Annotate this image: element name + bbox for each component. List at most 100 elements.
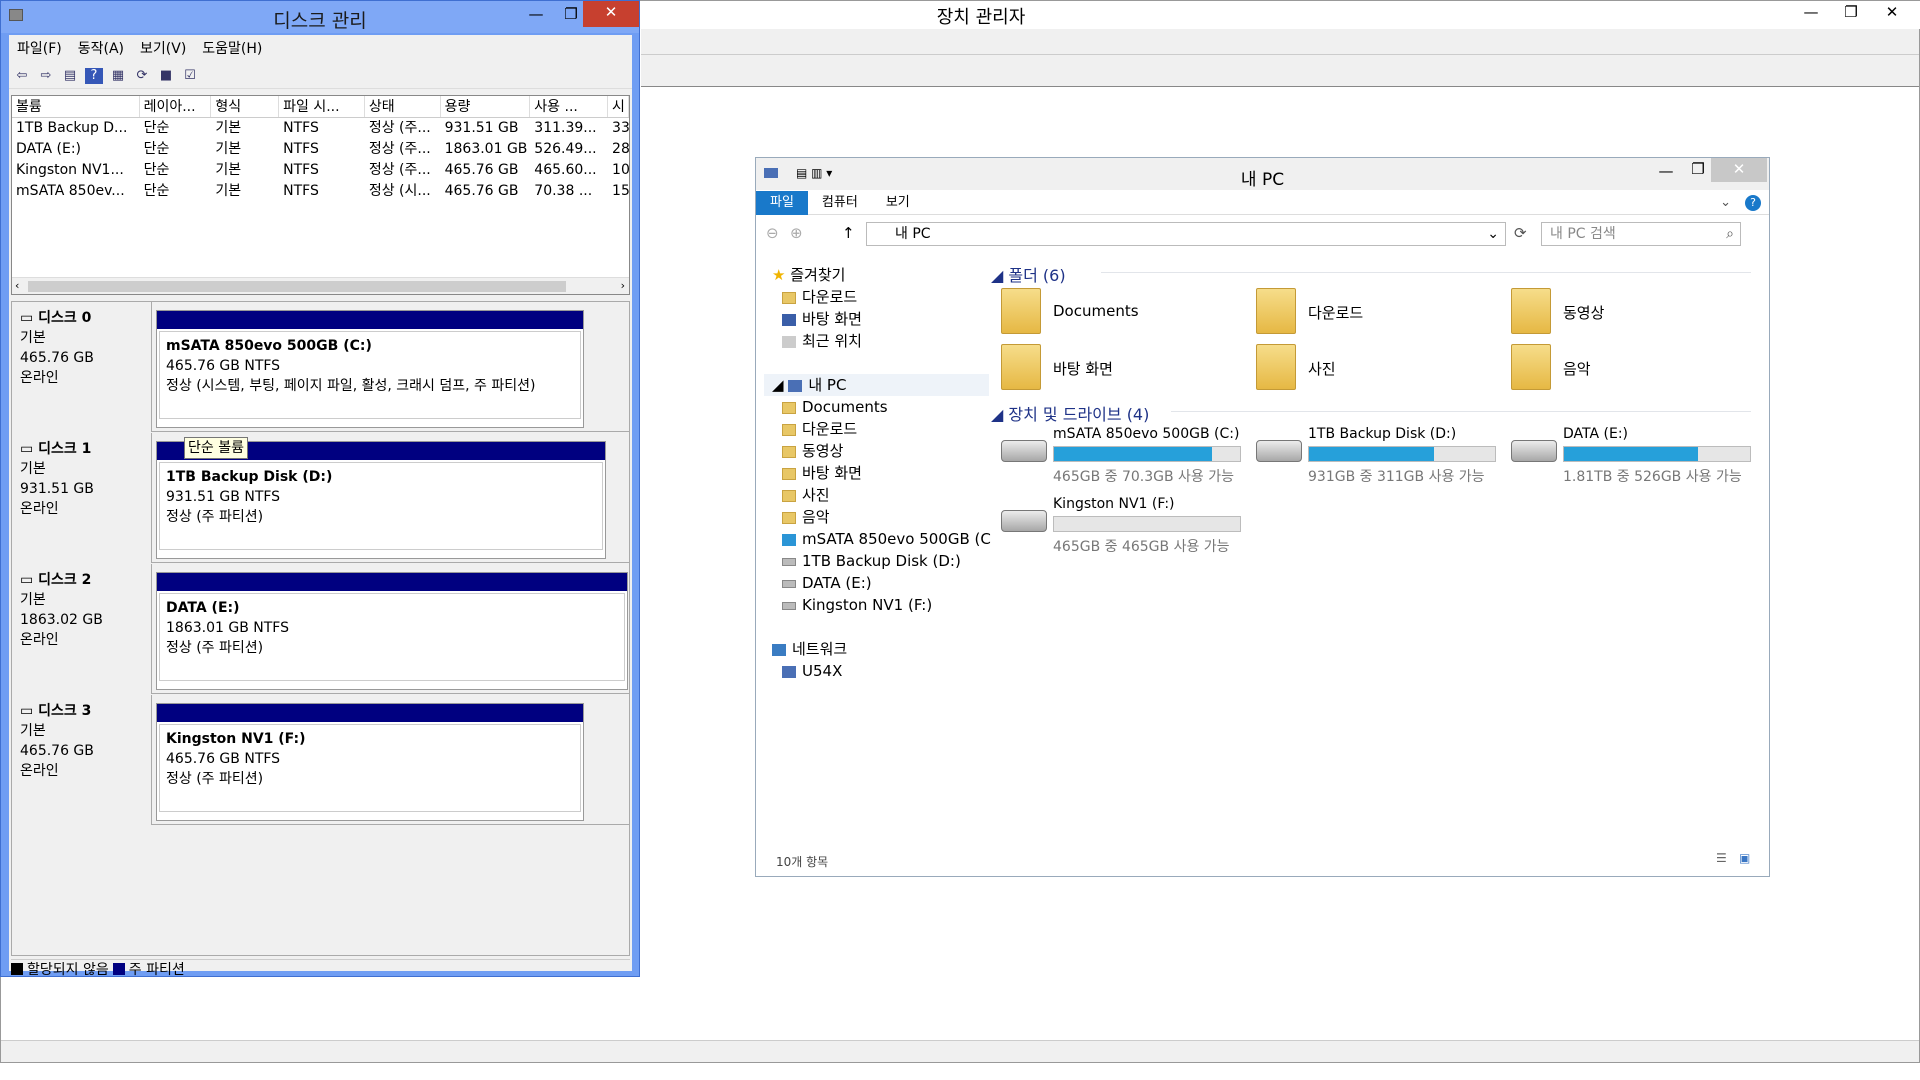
partition-info: 1TB Backup Disk (D:) 931.51 GB NTFS 정상 (… [159, 462, 603, 550]
tab-computer[interactable]: 컴퓨터 [808, 191, 872, 215]
disk-label[interactable]: ▭ 디스크 3 기본 465.76 GB 온라인 [12, 695, 152, 825]
horizontal-scrollbar[interactable]: ‹ › [12, 277, 629, 294]
nav-item[interactable]: Documents [782, 396, 1007, 418]
menu-action[interactable]: 동작(A) [70, 38, 132, 58]
refresh-icon[interactable]: ⟳ [133, 68, 151, 84]
drive-tile[interactable]: mSATA 850evo 500GB (C:) 465GB 중 70.3GB 사… [1001, 426, 1251, 485]
col-type[interactable]: 형식 [211, 96, 280, 117]
nav-item[interactable]: Kingston NV1 (F:) [782, 594, 1007, 616]
col-free[interactable]: 사용 ... [530, 96, 609, 117]
drive-tile[interactable]: DATA (E:) 1.81TB 중 526GB 사용 가능 [1511, 426, 1761, 485]
nav-item[interactable]: 다운로드 [782, 286, 1007, 308]
search-icon[interactable]: ⌕ [1726, 223, 1734, 245]
nav-label: 내 PC [808, 376, 847, 394]
ribbon-expand-icon[interactable]: ⌄ [1706, 191, 1745, 215]
address-bar[interactable]: 내 PC ⌄ [866, 222, 1506, 246]
col-capacity[interactable]: 용량 [441, 96, 531, 117]
col-volume[interactable]: 볼륨 [12, 96, 140, 117]
forward-icon[interactable]: ⊕ [790, 224, 803, 242]
nav-item[interactable]: 동영상 [782, 440, 1007, 462]
table-row[interactable]: DATA (E:) 단순 기본 NTFS 정상 (주... 1863.01 GB… [12, 139, 629, 160]
nav-this-pc[interactable]: ◢ 내 PC [764, 374, 989, 396]
drives-header[interactable]: ◢ 장치 및 드라이브 (4) [991, 401, 1149, 425]
folder-tile[interactable]: Documents [1001, 288, 1251, 338]
menu-file[interactable]: 파일(F) [9, 38, 70, 58]
forward-arrow-icon[interactable]: ⇨ [37, 68, 55, 84]
col-percent[interactable]: 시 [608, 96, 629, 117]
disk-label[interactable]: ▭ 디스크 1 기본 931.51 GB 온라인 [12, 433, 152, 563]
help-icon[interactable]: ? [1745, 194, 1761, 211]
cell-type: 기본 [215, 183, 242, 199]
tiles-view-icon[interactable]: ▣ [1739, 851, 1750, 865]
table-row[interactable]: mSATA 850ev... 단순 기본 NTFS 정상 (시... 465.7… [12, 181, 629, 202]
details-view-icon[interactable]: ☰ [1716, 851, 1727, 865]
folders-header[interactable]: ◢ 폴더 (6) [991, 262, 1066, 286]
nav-item[interactable]: 최근 위치 [782, 330, 1007, 352]
scrollbar-thumb[interactable] [28, 281, 566, 292]
col-layout[interactable]: 레이아... [140, 96, 212, 117]
close-button[interactable]: ✕ [1863, 1, 1920, 25]
close-button[interactable]: ✕ [1711, 158, 1767, 182]
nav-item[interactable]: 바탕 화면 [782, 308, 1007, 330]
folder-tile[interactable]: 사진 [1256, 344, 1506, 394]
minimize-button[interactable]: — [516, 3, 556, 27]
help-icon[interactable]: ? [85, 67, 103, 84]
folder-tile[interactable]: 음악 [1511, 344, 1761, 394]
disk-row[interactable]: ▭ 디스크 1 기본 931.51 GB 온라인 1TB Backup Disk… [12, 433, 629, 563]
console-tree-icon[interactable]: ▤ [61, 68, 79, 84]
menu-view[interactable]: 보기(V) [132, 38, 194, 58]
nav-item[interactable]: mSATA 850evo 500GB (C [782, 528, 1007, 550]
toolbar [641, 55, 1919, 87]
properties-icon[interactable]: ▦ [109, 68, 127, 84]
col-status[interactable]: 상태 [365, 96, 441, 117]
address-dropdown-icon[interactable]: ⌄ [1487, 223, 1499, 245]
nav-favorites[interactable]: ★ 즐겨찾기 [772, 264, 997, 286]
nav-item[interactable]: 음악 [782, 506, 1007, 528]
disk-label[interactable]: ▭ 디스크 2 기본 1863.02 GB 온라인 [12, 564, 152, 694]
partition-title: DATA (E:) [166, 600, 240, 616]
disk-row[interactable]: ▭ 디스크 0 기본 465.76 GB 온라인 mSATA 850evo 50… [12, 302, 629, 432]
nav-item[interactable]: DATA (E:) [782, 572, 1007, 594]
tab-file[interactable]: 파일 [756, 190, 808, 215]
disk-label[interactable]: ▭ 디스크 0 기본 465.76 GB 온라인 [12, 302, 152, 432]
folder-tile[interactable]: 다운로드 [1256, 288, 1506, 338]
drive-name: Kingston NV1 (F:) [1053, 496, 1175, 512]
up-arrow-icon[interactable]: ↑ [842, 224, 855, 242]
partition-block[interactable]: mSATA 850evo 500GB (C:) 465.76 GB NTFS 정… [156, 310, 584, 428]
desktop-icon [782, 313, 796, 326]
nav-network[interactable]: 네트워크 [772, 638, 997, 660]
nav-item[interactable]: 바탕 화면 [782, 462, 1007, 484]
nav-item[interactable]: U54X [782, 660, 1007, 682]
folder-label: 바탕 화면 [1053, 360, 1113, 378]
refresh-icon[interactable]: ⟳ [1514, 224, 1527, 242]
minimize-button[interactable]: — [1791, 1, 1831, 25]
partition-block[interactable]: DATA (E:) 1863.01 GB NTFS 정상 (주 파티션) [156, 572, 628, 690]
nav-item[interactable]: 1TB Backup Disk (D:) [782, 550, 1007, 572]
tab-view[interactable]: 보기 [872, 191, 924, 215]
search-input[interactable]: 내 PC 검색 ⌕ [1541, 222, 1741, 246]
disk-settings-icon[interactable]: ■ [157, 68, 175, 84]
expand-icon[interactable]: ◢ [772, 376, 784, 394]
volume-list: 볼륨 레이아... 형식 파일 시... 상태 용량 사용 ... 시 1TB … [11, 95, 630, 295]
table-row[interactable]: Kingston NV1... 단순 기본 NTFS 정상 (주... 465.… [12, 160, 629, 181]
drive-tile[interactable]: 1TB Backup Disk (D:) 931GB 중 311GB 사용 가능 [1256, 426, 1506, 485]
nav-label: 동영상 [802, 442, 844, 460]
col-filesystem[interactable]: 파일 시... [279, 96, 365, 117]
folder-tile[interactable]: 동영상 [1511, 288, 1761, 338]
table-row[interactable]: 1TB Backup D... 단순 기본 NTFS 정상 (주... 931.… [12, 118, 629, 139]
back-arrow-icon[interactable]: ⇦ [13, 68, 31, 84]
disk-row[interactable]: ▭ 디스크 2 기본 1863.02 GB 온라인 DATA (E:) 1863… [12, 564, 629, 694]
menu-help[interactable]: 도움말(H) [194, 38, 270, 58]
drive-icon [1256, 440, 1302, 462]
back-icon[interactable]: ⊖ [766, 224, 779, 242]
nav-item[interactable]: 사진 [782, 484, 1007, 506]
close-button[interactable]: ✕ [583, 1, 639, 27]
scroll-left-icon[interactable]: ‹ [15, 279, 19, 292]
drive-tile[interactable]: Kingston NV1 (F:) 465GB 중 465GB 사용 가능 [1001, 496, 1251, 555]
checklist-icon[interactable]: ☑ [181, 68, 199, 84]
folder-tile[interactable]: 바탕 화면 [1001, 344, 1251, 394]
disk-row[interactable]: ▭ 디스크 3 기본 465.76 GB 온라인 Kingston NV1 (F… [12, 695, 629, 825]
partition-block[interactable]: Kingston NV1 (F:) 465.76 GB NTFS 정상 (주 파… [156, 703, 584, 821]
scroll-right-icon[interactable]: › [621, 279, 625, 292]
nav-item[interactable]: 다운로드 [782, 418, 1007, 440]
